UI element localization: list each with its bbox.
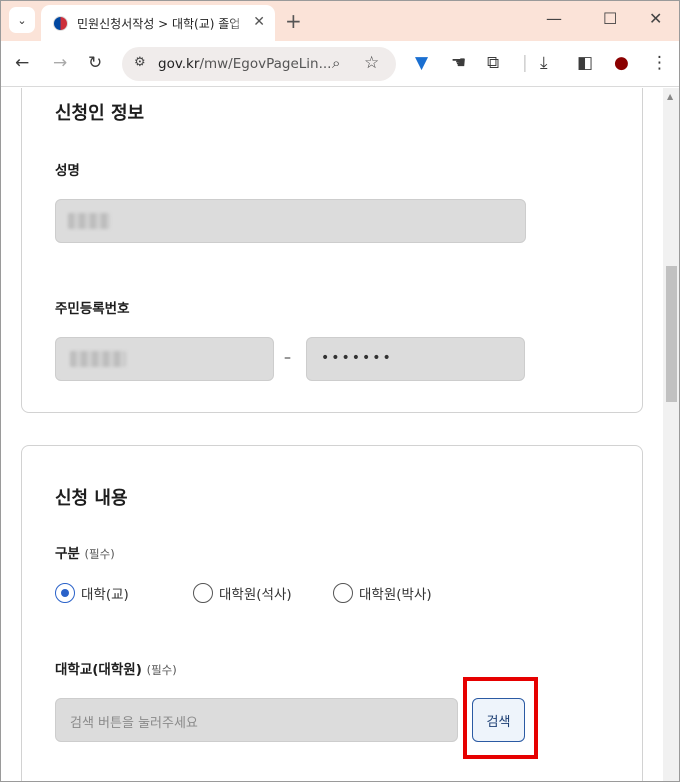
radio-graduate-masters[interactable]: 대학원(석사) (193, 583, 292, 603)
forward-arrow-icon[interactable]: → (53, 53, 67, 73)
name-label: 성명 (55, 163, 80, 179)
address-host: gov.kr (158, 56, 200, 72)
rrn-front-field[interactable] (55, 337, 274, 381)
tab-title: 민원신청서작성 > 대학(교) 졸업 (77, 16, 241, 31)
rrn-back-masked: ••••••• (321, 350, 393, 366)
plus-icon[interactable]: + (285, 9, 302, 33)
chevron-down-icon[interactable]: ⌄ (9, 7, 35, 33)
rrn-separator: – (284, 350, 291, 366)
redacted-rrn-front (70, 351, 126, 367)
category-label-text: 구분 (55, 546, 80, 562)
close-window-icon[interactable]: ✕ (649, 9, 662, 28)
radio-unselected-icon (193, 583, 213, 603)
download-icon[interactable]: ⤓ (540, 53, 548, 73)
radio-unselected-icon (333, 583, 353, 603)
address-bar[interactable]: ⚙ gov.kr/mw/EgovPageLin... ⌕ ☆ (122, 47, 396, 81)
maximize-icon[interactable]: ☐ (603, 9, 617, 28)
browser-window: ⌄ 민원신청서작성 > 대학(교) 졸업 ✕ + — ☐ ✕ ← → ↻ ⚙ g… (0, 0, 680, 782)
page-scrollbar[interactable]: ▲ (663, 88, 679, 781)
toolbar-divider: | (522, 53, 528, 73)
radio-university[interactable]: 대학(교) (55, 583, 129, 603)
hand-extension-icon[interactable]: ☚ (451, 53, 466, 73)
puzzle-icon[interactable]: ⧉ (487, 53, 499, 73)
tune-icon[interactable]: ⚙ (134, 55, 152, 73)
rrn-label: 주민등록번호 (55, 301, 130, 317)
school-search-placeholder: 검색 버튼을 눌러주세요 (70, 716, 198, 731)
applicant-section-title: 신청인 정보 (55, 103, 145, 124)
page-viewport: 신청인 정보 성명 주민등록번호 – ••••••• 신청 내용 구분 (필수)… (1, 88, 663, 781)
profile-icon[interactable]: ● (614, 53, 629, 73)
school-label-text: 대학교(대학원) (55, 662, 142, 678)
school-search-input[interactable]: 검색 버튼을 눌러주세요 (55, 698, 458, 742)
korea-taegeuk-icon (53, 15, 68, 31)
radio-graduate-masters-label: 대학원(석사) (219, 587, 292, 603)
back-arrow-icon[interactable]: ← (15, 53, 29, 73)
reload-icon[interactable]: ↻ (88, 53, 102, 73)
side-panel-icon[interactable]: ◧ (577, 53, 593, 73)
radio-graduate-doctorate[interactable]: 대학원(박사) (333, 583, 432, 603)
tab-strip: ⌄ 민원신청서작성 > 대학(교) 졸업 ✕ + — ☐ ✕ (1, 1, 679, 41)
rrn-back-field[interactable]: ••••••• (306, 337, 525, 381)
radio-university-label: 대학(교) (81, 587, 129, 603)
shield-extension-icon[interactable]: ▼ (415, 53, 428, 73)
school-search-button[interactable]: 검색 (472, 698, 525, 742)
kebab-menu-icon[interactable]: ⋮ (651, 53, 668, 73)
address-path: /mw/EgovPageLin... (199, 56, 332, 72)
scroll-up-icon[interactable]: ▲ (667, 92, 673, 101)
school-label: 대학교(대학원) (필수) (55, 658, 177, 678)
zoom-icon[interactable]: ⌕ (332, 54, 340, 72)
required-mark: (필수) (84, 547, 115, 561)
scrollbar-thumb[interactable] (666, 266, 677, 402)
application-section-title: 신청 내용 (55, 488, 128, 509)
close-icon[interactable]: ✕ (253, 14, 265, 30)
minimize-icon[interactable]: — (546, 9, 562, 28)
required-mark: (필수) (146, 663, 177, 677)
radio-graduate-doctorate-label: 대학원(박사) (359, 587, 432, 603)
applicant-info-card: 신청인 정보 성명 주민등록번호 – ••••••• (21, 88, 643, 413)
redacted-name (68, 213, 110, 229)
browser-toolbar: ← → ↻ ⚙ gov.kr/mw/EgovPageLin... ⌕ ☆ ▼ ☚… (1, 41, 679, 87)
category-label: 구분 (필수) (55, 542, 115, 562)
radio-selected-icon (55, 583, 75, 603)
address-url[interactable]: gov.kr/mw/EgovPageLin... (158, 56, 331, 72)
star-icon[interactable]: ☆ (364, 53, 379, 73)
active-tab[interactable]: 민원신청서작성 > 대학(교) 졸업 ✕ (41, 5, 275, 41)
name-field[interactable] (55, 199, 526, 243)
application-details-card: 신청 내용 구분 (필수) 대학(교) 대학원(석사) 대학원(박사) 대학교(… (21, 445, 643, 781)
